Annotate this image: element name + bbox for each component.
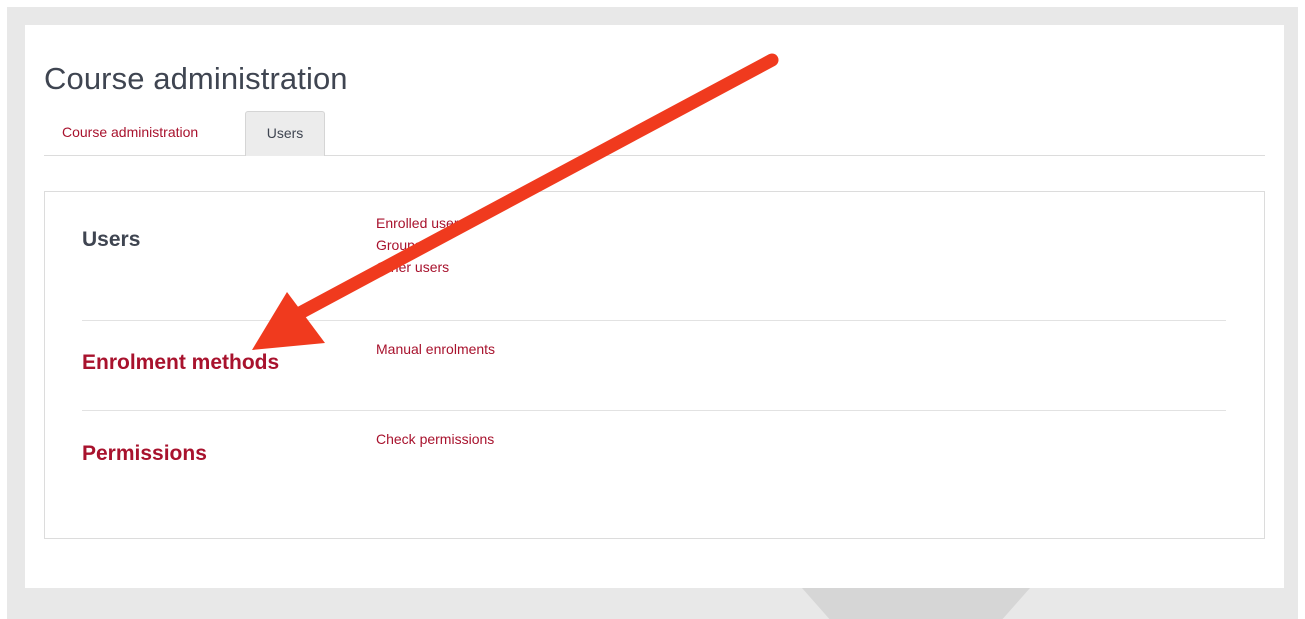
link-check-permissions[interactable]: Check permissions [376, 428, 494, 450]
section-heading-enrolment-methods[interactable]: Enrolment methods [82, 351, 279, 375]
link-enrolled-users[interactable]: Enrolled users [376, 212, 466, 234]
section-links-users: Enrolled users Groups Other users [376, 212, 466, 278]
admin-panel: Users Enrolled users Groups Other users … [44, 191, 1265, 539]
section-links-permissions: Check permissions [376, 428, 494, 450]
page-title: Course administration [44, 61, 348, 96]
tab-users[interactable]: Users [245, 111, 325, 156]
section-links-enrolment-methods: Manual enrolments [376, 338, 495, 360]
section-heading-permissions[interactable]: Permissions [82, 442, 207, 466]
section-users: Users Enrolled users Groups Other users [82, 192, 1226, 320]
link-other-users[interactable]: Other users [376, 256, 466, 278]
section-enrolment-methods: Enrolment methods Manual enrolments [82, 320, 1226, 411]
link-groups[interactable]: Groups [376, 234, 466, 256]
tab-course-administration[interactable]: Course administration [44, 111, 216, 154]
main-card: Course administration Course administrat… [25, 25, 1284, 588]
link-manual-enrolments[interactable]: Manual enrolments [376, 338, 495, 360]
bottom-tab-shape [802, 588, 1030, 619]
section-permissions: Permissions Check permissions [82, 410, 1226, 521]
tab-bar: Course administration Users [44, 111, 1265, 156]
section-heading-users: Users [82, 228, 141, 251]
